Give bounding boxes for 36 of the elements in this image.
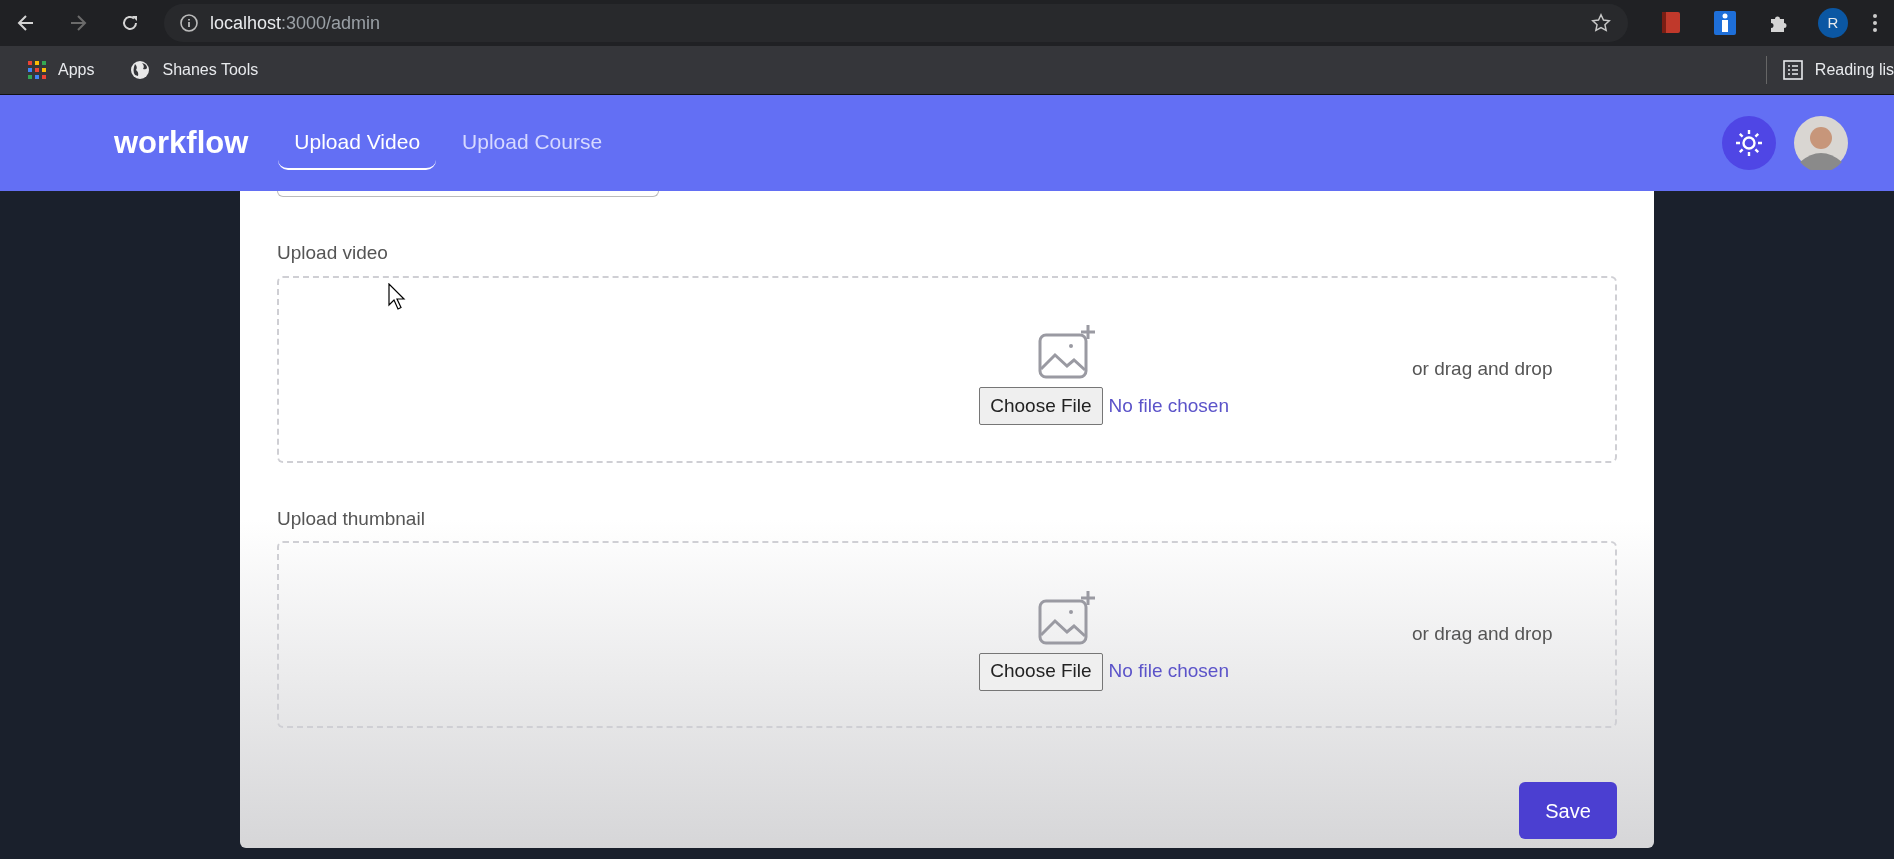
logo[interactable]: workflow [114,119,249,167]
image-add-icon [1038,588,1096,645]
globe-icon [130,60,151,80]
field-label: Upload video [277,241,388,265]
theme-toggle-button[interactable] [1722,116,1776,170]
choose-file-button[interactable]: Choose File [979,652,1103,691]
cursor-icon [388,283,406,310]
list-icon [1782,60,1803,80]
field-label: Upload thumbnail [277,506,425,531]
drag-drop-hint: or drag and drop [1412,622,1553,647]
sun-icon [1735,129,1763,157]
dropzone[interactable]: Choose File No file chosen or drag and drop [277,275,1617,463]
url-text: localhost:3000/admin [210,11,381,35]
file-status: No file chosen [1108,659,1229,684]
back-icon[interactable] [16,13,36,33]
reading-list-link[interactable]: Reading lis [1814,58,1894,82]
choose-file-button[interactable]: Choose File [979,387,1103,425]
dropzone[interactable]: Choose File No file chosen or drag and drop [277,541,1617,728]
info-extension-icon[interactable] [1714,11,1736,35]
user-avatar[interactable] [1794,116,1848,170]
more-icon[interactable] [1872,13,1878,33]
image-add-icon [1038,323,1096,379]
file-status: No file chosen [1108,393,1229,418]
reload-icon[interactable] [120,13,140,33]
forward-icon[interactable] [68,13,88,33]
star-icon[interactable] [1590,12,1612,34]
apps-icon [28,61,46,79]
drag-drop-hint: or drag and drop [1412,356,1553,381]
bookmark[interactable]: Apps [20,58,103,82]
book-icon[interactable] [1660,11,1682,35]
info-icon [180,14,198,32]
nav-tab[interactable]: Upload Video [278,116,437,170]
bookmark[interactable]: Shanes Tools [122,58,267,82]
profile-avatar[interactable]: R [1818,8,1848,38]
save-button[interactable]: Save [1519,782,1617,839]
address-bar[interactable]: localhost:3000/admin [164,4,1628,42]
